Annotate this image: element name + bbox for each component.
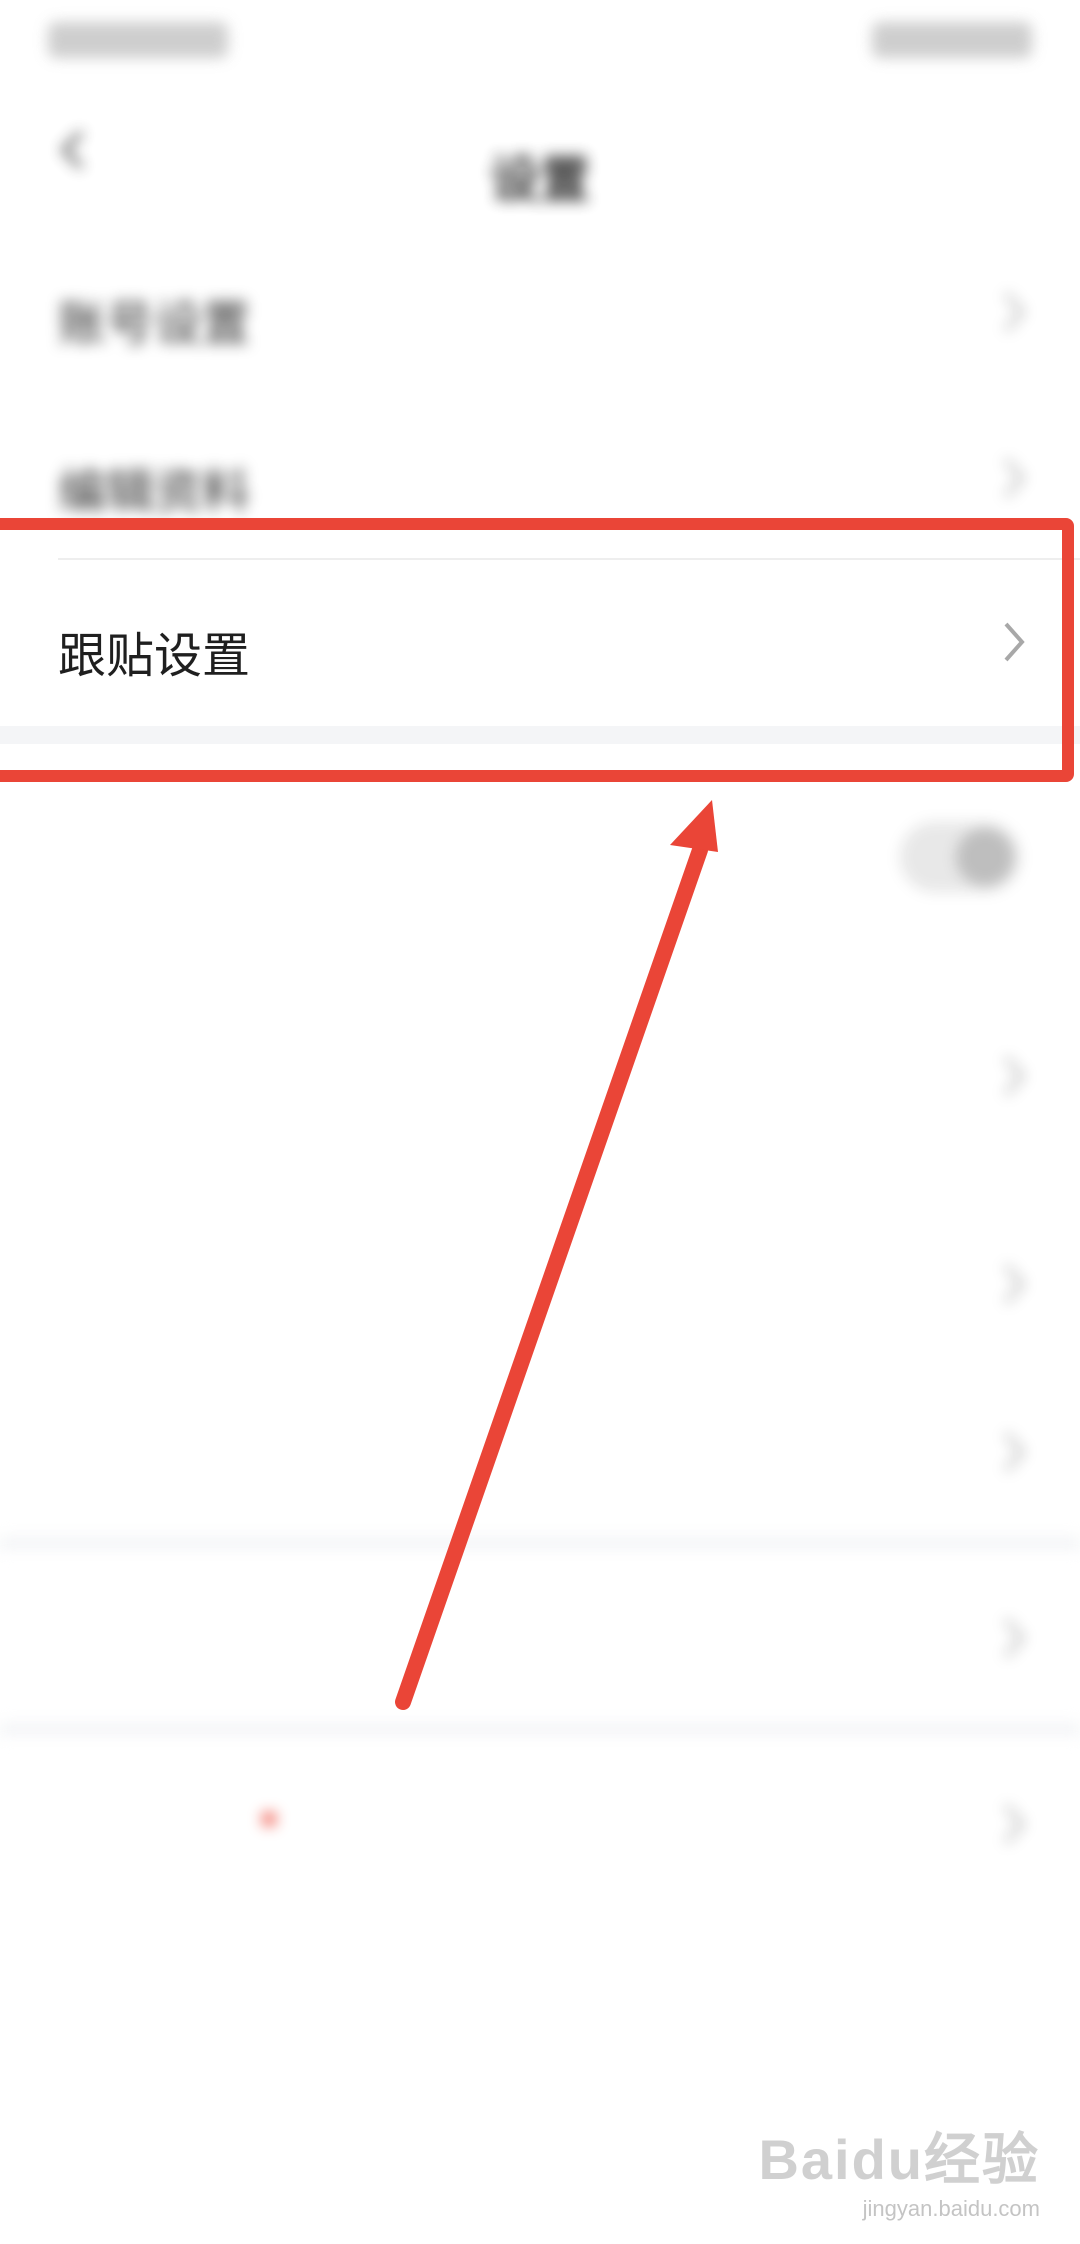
baidu-watermark: Baidu经验 jingyan.baidu.com: [758, 2115, 1040, 2222]
settings-item-label: 编辑资料: [58, 464, 251, 520]
chevron-right-icon: [1004, 1432, 1025, 1472]
toggle-knob: [956, 828, 1014, 886]
new-badge-dot: [262, 1812, 276, 1826]
status-signal-group: [48, 22, 228, 58]
privacy-toggle[interactable]: [900, 822, 1020, 892]
settings-item-label: 账号设置: [58, 296, 251, 352]
settings-item-account[interactable]: 账号设置: [0, 228, 1080, 396]
watermark-url: jingyan.baidu.com: [862, 2196, 1040, 2221]
page-title: 设置: [490, 151, 590, 209]
section-gap: [0, 1536, 1080, 1554]
status-battery-group: [872, 22, 1032, 58]
watermark-brand: Baidu经验: [758, 2128, 1040, 2191]
settings-item-privacy[interactable]: [0, 760, 1080, 960]
settings-item-network[interactable]: [0, 1554, 1080, 1722]
chevron-right-icon: [1004, 1056, 1025, 1096]
settings-item-offline[interactable]: [0, 1368, 1080, 1536]
chevron-right-icon: [1004, 458, 1025, 498]
chevron-right-icon: [1004, 1618, 1025, 1658]
chevron-right-icon: [1004, 292, 1025, 332]
chevron-right-icon: [1004, 1264, 1025, 1304]
annotation-highlight-box: [0, 518, 1074, 782]
nav-bar: 设置: [0, 80, 1080, 230]
settings-item-reading[interactable]: [0, 990, 1080, 1190]
settings-item-comment[interactable]: [0, 1200, 1080, 1368]
status-bar: [0, 0, 1080, 80]
section-gap: [0, 1722, 1080, 1740]
chevron-right-icon: [1004, 1804, 1025, 1844]
settings-item-cache[interactable]: [0, 1908, 1080, 2076]
settings-item-update[interactable]: [0, 1740, 1080, 1908]
